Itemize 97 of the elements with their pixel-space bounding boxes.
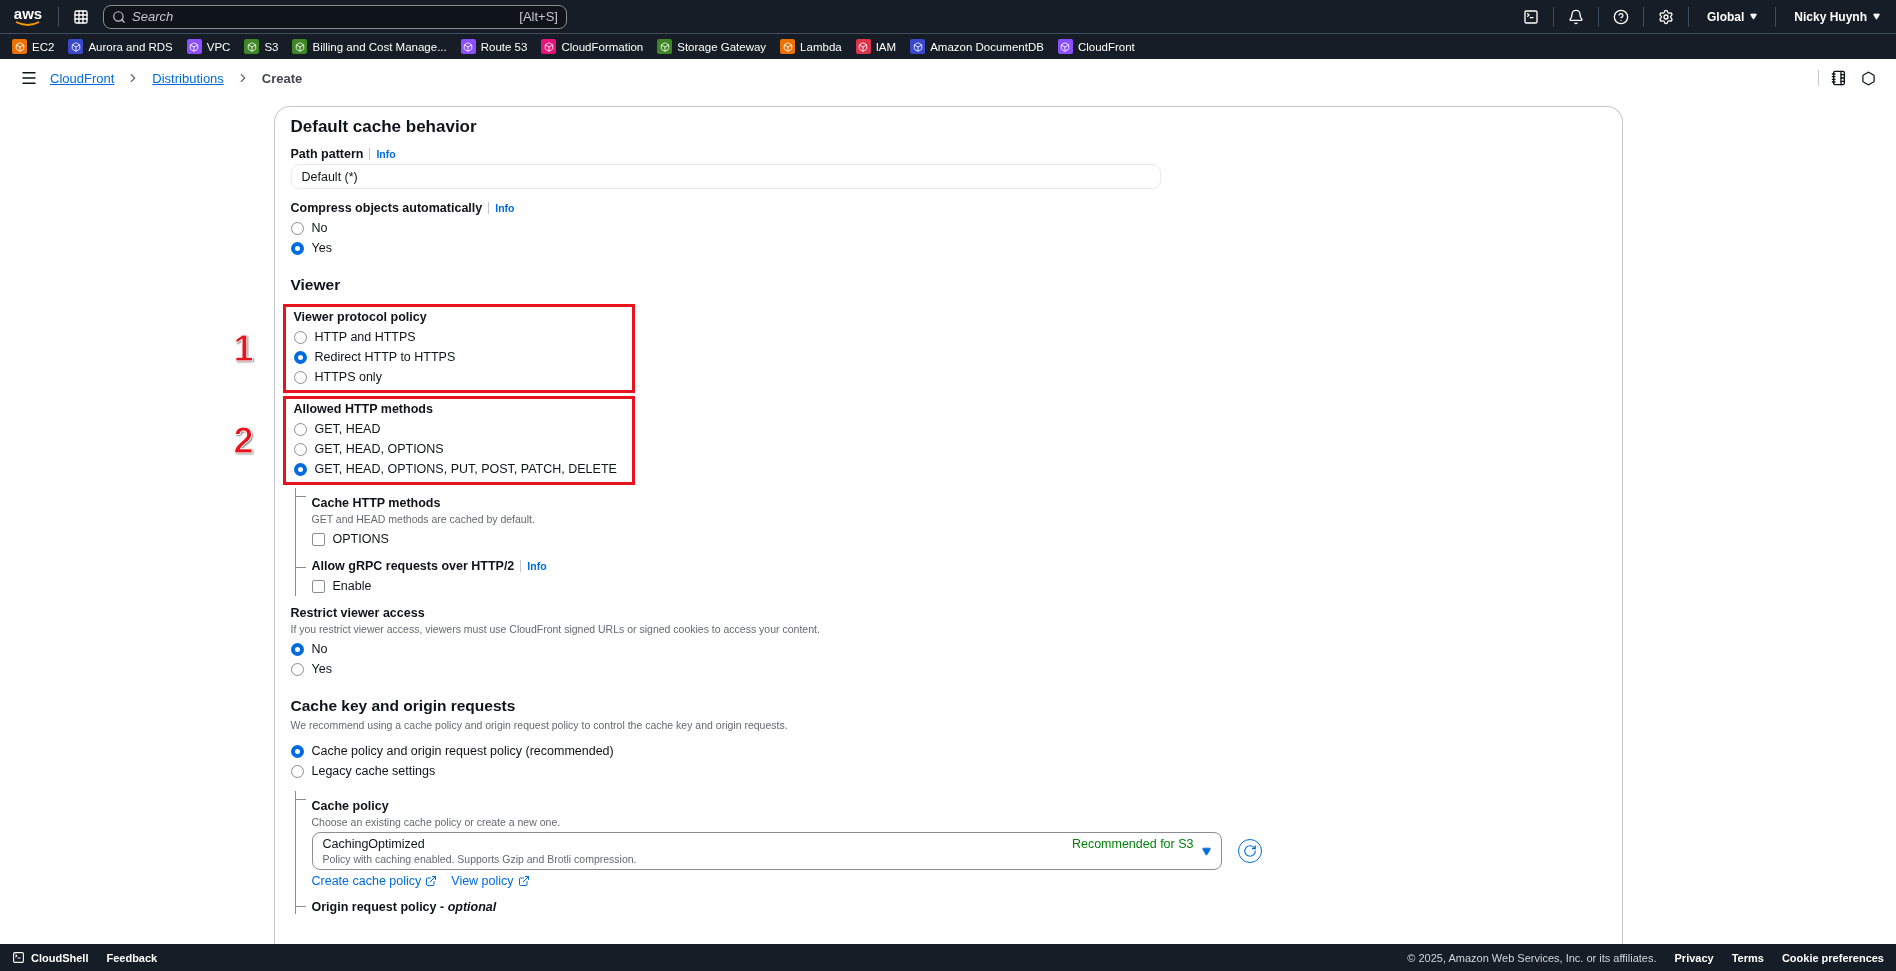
policy-select[interactable]: CachingOptimized Policy with caching enabled. Supports Gzip and Brotli compression. Recommended for S3 [311, 832, 1222, 870]
footer-link[interactable]: Cookie preferences [1781, 951, 1884, 964]
checkbox-option[interactable]: Enable [311, 576, 372, 596]
caret-icon [1201, 846, 1211, 856]
radio-option[interactable]: HTTP and HTTPS [293, 327, 416, 347]
radio-button[interactable] [293, 350, 307, 364]
apps-grid-icon[interactable] [73, 8, 89, 25]
external-link-icon [517, 875, 530, 887]
service-shortcut[interactable]: S3 [244, 39, 279, 54]
caret-icon [1750, 13, 1758, 20]
settings-icon[interactable] [1657, 8, 1674, 25]
region-menu[interactable]: Global [1702, 9, 1762, 24]
service-shortcut[interactable]: Billing and Cost Manage... [292, 39, 447, 54]
terminal-icon [12, 951, 25, 964]
field-label: Allow gRPC requests over HTTP/2 [311, 559, 515, 573]
service-shortcut[interactable]: IAM [855, 39, 897, 54]
hexagon-icon[interactable] [1861, 70, 1876, 86]
shortcut-hint: [Alt+S] [519, 9, 558, 24]
field-label: Cache HTTP methods [311, 496, 441, 510]
service-shortcut[interactable]: CloudFormation [541, 39, 644, 54]
external-link-icon [425, 875, 438, 887]
field-label: Origin request policy - optional [311, 900, 497, 914]
radio-button[interactable] [293, 442, 307, 456]
radio-option[interactable]: No [290, 218, 328, 238]
search-icon [112, 9, 126, 24]
cloudshell-link[interactable]: CloudShell [12, 951, 89, 964]
section-heading: Cache key and origin requests [290, 697, 517, 715]
radio-option[interactable]: Redirect HTTP to HTTPS [293, 347, 456, 367]
radio-button[interactable] [293, 462, 307, 476]
search-field[interactable]: Search [Alt+S] [103, 4, 567, 29]
refresh-button[interactable] [1237, 839, 1262, 863]
radio-button[interactable] [293, 370, 307, 384]
radio-option[interactable]: Yes [290, 659, 332, 679]
checkbox-option[interactable]: OPTIONS [311, 529, 389, 549]
radio-option[interactable]: GET, HEAD, OPTIONS [293, 439, 444, 459]
radio-option[interactable]: HTTPS only [293, 367, 382, 387]
radio-button[interactable] [290, 642, 304, 656]
menu-icon[interactable] [20, 69, 38, 87]
aws-logo[interactable]: aws [12, 6, 44, 27]
service-shortcut[interactable]: Aurora and RDS [68, 39, 173, 54]
service-shortcut[interactable]: Route 53 [460, 39, 528, 54]
radio-button[interactable] [290, 241, 304, 255]
field-label: Path pattern [290, 147, 364, 161]
external-link[interactable]: View policy [451, 874, 530, 888]
help-icon[interactable] [1612, 8, 1629, 25]
radio-button[interactable] [293, 422, 307, 436]
service-shortcut[interactable]: VPC [186, 39, 231, 54]
description: We recommend using a cache policy and origin request policy to control the cache key and origin requests. [290, 719, 789, 731]
radio-button[interactable] [293, 330, 307, 344]
checkbox[interactable] [311, 532, 325, 546]
current-page-label: Create [261, 70, 303, 86]
radio-button[interactable] [290, 764, 304, 778]
description: Choose an existing cache policy or create a new one. [311, 816, 562, 828]
service-shortcut[interactable]: Lambda [780, 39, 842, 54]
notebook-icon[interactable] [1831, 70, 1847, 86]
radio-option[interactable]: No [290, 639, 328, 659]
field-label: Cache policy [311, 799, 389, 813]
caret-icon [1873, 13, 1880, 20]
service-shortcut[interactable]: Storage Gateway [657, 39, 767, 54]
bell-icon[interactable] [1567, 8, 1584, 25]
description: If you restrict viewer access, viewers must use CloudFront signed URLs or signed cookies to access your content. [290, 623, 821, 635]
radio-button[interactable] [290, 662, 304, 676]
copyright-text: © 2025, Amazon Web Services, Inc. or its affiliates. [1407, 951, 1657, 964]
section-heading: Viewer [290, 276, 342, 294]
radio-button[interactable] [290, 221, 304, 235]
external-link[interactable]: Create cache policy [311, 874, 438, 888]
user-menu[interactable]: Nicky Huynh [1790, 9, 1884, 24]
radio-option[interactable]: Cache policy and origin request policy (recommended) [290, 741, 614, 761]
footer-link[interactable]: Privacy [1674, 951, 1714, 964]
step-number: 2 [233, 419, 254, 462]
recommendation-label: Recommended for S3 [1071, 837, 1194, 851]
breadcrumb-link[interactable]: CloudFront [50, 70, 115, 86]
info-link[interactable]: Info [520, 560, 547, 572]
terminal-icon[interactable] [1522, 8, 1539, 25]
service-shortcut[interactable]: CloudFront [1057, 39, 1135, 54]
footer-link[interactable]: Terms [1731, 951, 1764, 964]
radio-button[interactable] [290, 744, 304, 758]
field-label: Restrict viewer access [290, 606, 425, 620]
radio-option[interactable]: GET, HEAD, OPTIONS, PUT, POST, PATCH, DELETE [293, 459, 617, 479]
info-link[interactable]: Info [488, 202, 515, 214]
service-shortcut[interactable]: EC2 [12, 39, 55, 54]
radio-option[interactable]: GET, HEAD [293, 419, 381, 439]
radio-option[interactable]: Legacy cache settings [290, 761, 436, 781]
breadcrumb-link[interactable]: Distributions [152, 70, 224, 86]
field-label: Viewer protocol policy [293, 310, 427, 324]
field-label: Allowed HTTP methods [293, 402, 433, 416]
step-number: 1 [233, 327, 254, 370]
field-label: Compress objects automatically [290, 201, 483, 215]
radio-option[interactable]: Yes [290, 238, 332, 258]
checkbox[interactable] [311, 579, 325, 593]
input-field[interactable]: Default (*) [290, 164, 1161, 189]
section-title: Default cache behavior [290, 117, 478, 137]
description: GET and HEAD methods are cached by default. [311, 513, 536, 525]
service-shortcut[interactable]: Amazon DocumentDB [910, 39, 1044, 54]
feedback-link[interactable]: Feedback [106, 951, 158, 964]
info-link[interactable]: Info [369, 148, 396, 160]
refresh-icon [1242, 844, 1257, 858]
